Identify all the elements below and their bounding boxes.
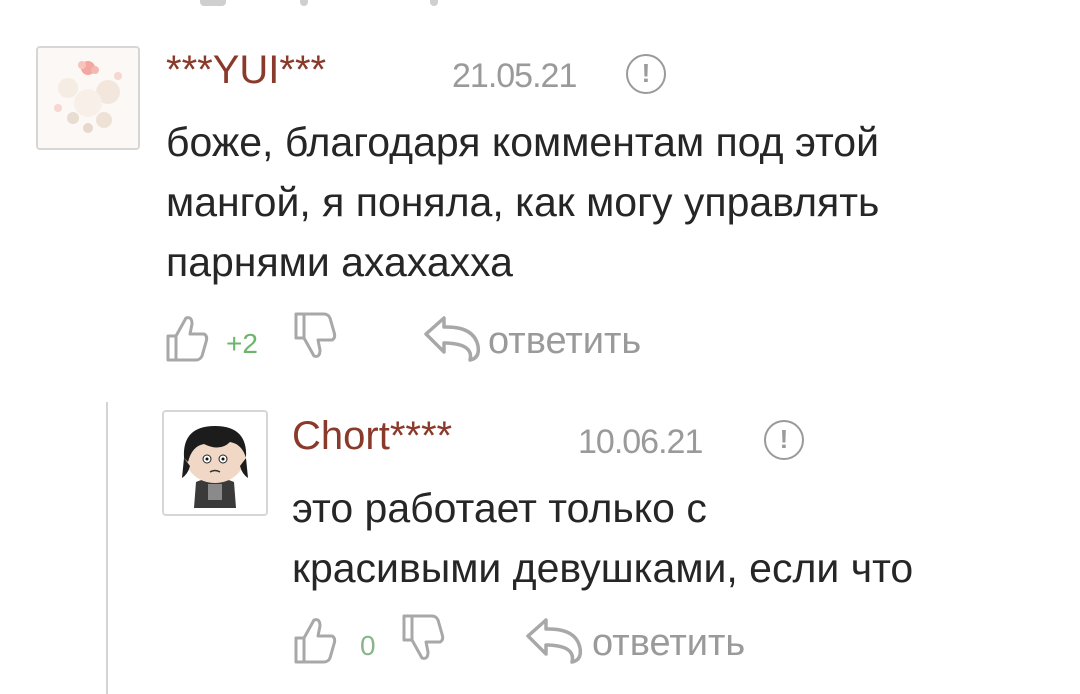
comment-text-line: парнями ахахахха: [166, 239, 513, 285]
thumbs-down-icon[interactable]: [290, 310, 338, 362]
comment-text-line: мангой, я поняла, как могу управлять: [166, 179, 880, 225]
cropped-icon: [200, 0, 226, 6]
comment-text: боже, благодаря комментам под этой манго…: [166, 112, 879, 292]
comment-text-line: боже, благодаря комментам под этой: [166, 119, 879, 165]
reply-button[interactable]: ответить: [592, 620, 745, 666]
comment-text-line: красивыми девушками, если что: [292, 545, 914, 591]
comment-text: это работает только с красивыми девушкам…: [292, 478, 913, 598]
reply-button[interactable]: ответить: [488, 318, 641, 364]
thread-line: [106, 402, 108, 694]
vote-score: +2: [226, 328, 258, 359]
thumbs-down-icon[interactable]: [398, 612, 446, 664]
comment-date: 10.06.21: [578, 423, 703, 461]
avatar[interactable]: [36, 46, 140, 150]
cropped-mark: [300, 0, 308, 6]
comment-author[interactable]: Chort****: [292, 412, 452, 460]
comment-author[interactable]: ***YUI***: [166, 46, 326, 94]
exclamation-circle-icon: !: [641, 58, 651, 88]
report-button[interactable]: !: [626, 54, 666, 94]
avatar-image: [164, 412, 266, 514]
cropped-mark: [430, 0, 438, 6]
thumbs-up-icon[interactable]: [162, 312, 210, 364]
reply-arrow-icon[interactable]: [524, 616, 586, 666]
comment-text-line: это работает только с: [292, 485, 707, 531]
comment-date: 21.05.21: [452, 57, 577, 95]
report-button[interactable]: !: [764, 420, 804, 460]
reply-arrow-icon[interactable]: [422, 314, 484, 364]
avatar-image: [38, 48, 138, 148]
previous-comment-cropped: [0, 0, 1080, 10]
exclamation-circle-icon: !: [779, 424, 789, 454]
thumbs-up-icon[interactable]: [290, 614, 338, 666]
avatar[interactable]: [162, 410, 268, 516]
vote-score: 0: [360, 630, 376, 661]
